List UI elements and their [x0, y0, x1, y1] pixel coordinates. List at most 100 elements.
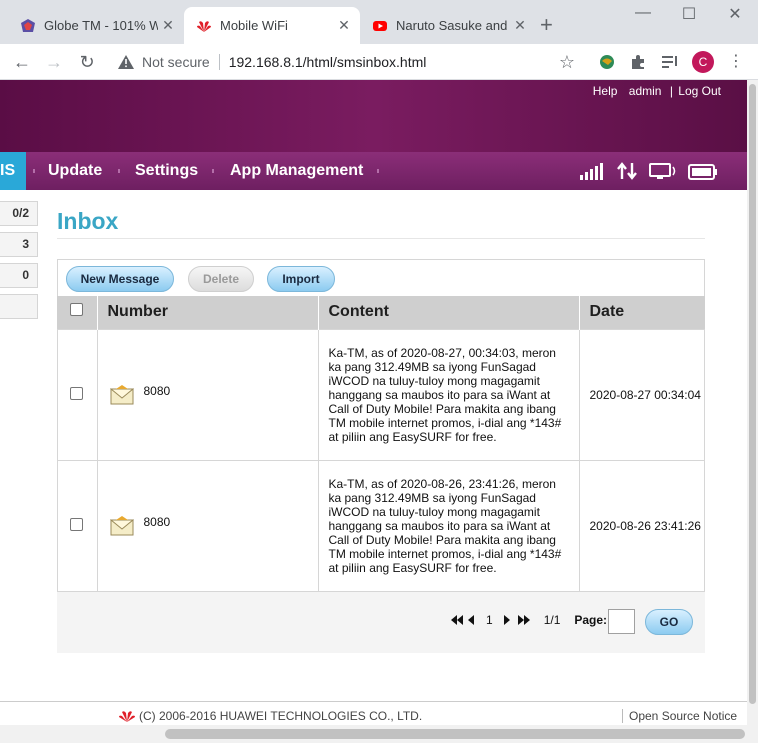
back-arrow-icon[interactable]: ←	[10, 50, 34, 74]
scrollbar-thumb[interactable]	[165, 729, 745, 739]
sidebar-count-drafts[interactable]: 0	[0, 263, 38, 288]
table-row[interactable]: 8080 Ka-TM, as of 2020-08-27, 00:34:03, …	[57, 328, 705, 460]
footer-divider	[0, 701, 747, 702]
message-number: 8080	[143, 514, 171, 529]
page-title: Inbox	[57, 208, 119, 234]
top-links: Help admin | Log Out	[585, 84, 721, 98]
close-tab-icon[interactable]: ✕	[510, 17, 530, 34]
column-header-content[interactable]: Content	[318, 296, 580, 329]
envelope-icon	[109, 515, 134, 536]
row-checkbox[interactable]	[70, 517, 84, 531]
column-header-date[interactable]: Date	[579, 296, 705, 329]
extension-globe-icon[interactable]	[597, 52, 617, 72]
connected-device-icon	[649, 162, 679, 180]
content-cell[interactable]: Ka-TM, as of 2020-08-27, 00:34:03, meron…	[318, 328, 580, 460]
horizontal-scrollbar[interactable]	[0, 725, 747, 743]
content-cell[interactable]: Ka-TM, as of 2020-08-26, 23:41:26, meron…	[318, 459, 580, 591]
tab-globe-tm[interactable]: Globe TM - 101% Wi ✕	[8, 7, 184, 44]
new-tab-button[interactable]: +	[540, 12, 553, 38]
warning-icon	[118, 55, 134, 69]
delete-button[interactable]: Delete	[188, 266, 254, 292]
omnibox[interactable]: Not secure 192.168.8.1/html/smsinbox.htm…	[110, 48, 586, 76]
admin-label: admin	[628, 84, 662, 98]
profile-avatar[interactable]: C	[692, 51, 714, 73]
kebab-menu-icon[interactable]: ⋮	[724, 50, 748, 74]
menu-item-sms[interactable]: IS	[0, 152, 26, 190]
tab-youtube[interactable]: Naruto Sasuke and S ✕	[360, 7, 536, 44]
number-cell: 8080	[97, 328, 319, 460]
tab-title: Globe TM - 101% Wi	[44, 18, 158, 33]
table-row[interactable]: 8080 Ka-TM, as of 2020-08-26, 23:41:26, …	[57, 459, 705, 591]
last-page-icon[interactable]	[517, 615, 530, 625]
sidebar-count-inbox[interactable]: 0/2	[0, 201, 38, 226]
youtube-favicon	[372, 18, 388, 34]
close-tab-icon[interactable]: ✕	[334, 17, 354, 34]
title-divider	[57, 238, 705, 239]
new-message-button[interactable]: New Message	[66, 266, 174, 292]
copyright-text: (C) 2006-2016 HUAWEI TECHNOLOGIES CO., L…	[139, 709, 423, 723]
next-page-icon[interactable]	[503, 615, 510, 625]
puzzle-icon[interactable]	[628, 52, 648, 72]
select-all-checkbox[interactable]	[70, 303, 84, 317]
router-page: Help admin | Log Out IS Update Settings …	[0, 80, 747, 743]
footer: (C) 2006-2016 HUAWEI TECHNOLOGIES CO., L…	[118, 709, 422, 723]
message-content[interactable]: Ka-TM, as of 2020-08-27, 00:34:03, meron…	[319, 346, 579, 444]
scrollbar-thumb[interactable]	[749, 84, 756, 704]
menu-divider	[33, 169, 35, 173]
go-button[interactable]: GO	[645, 609, 693, 635]
url-text[interactable]: 192.168.8.1/html/smsinbox.html	[229, 54, 427, 70]
vertical-scrollbar[interactable]	[747, 80, 758, 743]
forward-arrow-icon[interactable]: →	[42, 50, 66, 74]
date-cell: 2020-08-26 23:41:26	[579, 459, 705, 591]
pagination-controls: 1 1/1 Page:	[451, 613, 607, 627]
minimize-button[interactable]: —	[620, 4, 666, 22]
current-page-number[interactable]: 1	[486, 613, 493, 627]
logout-link[interactable]: Log Out	[678, 84, 721, 98]
data-transfer-icon	[617, 162, 637, 180]
page-count: 1/1	[543, 613, 561, 627]
tab-mobile-wifi[interactable]: Mobile WiFi ✕	[184, 7, 360, 44]
reload-icon[interactable]: ↻	[75, 50, 99, 74]
globe-tm-favicon	[20, 18, 36, 34]
security-label[interactable]: Not secure	[142, 54, 210, 70]
huawei-favicon	[196, 18, 212, 34]
menu-item-update[interactable]: Update	[48, 152, 102, 190]
sidebar-count-sent[interactable]: 3	[0, 232, 38, 257]
menu-divider	[118, 169, 120, 173]
sidebar-item-extra[interactable]	[0, 294, 38, 319]
import-button[interactable]: Import	[267, 266, 335, 292]
prev-page-icon[interactable]	[468, 615, 474, 625]
page-label: Page:	[574, 613, 608, 627]
message-content[interactable]: Ka-TM, as of 2020-08-26, 23:41:26, meron…	[319, 477, 579, 575]
message-number: 8080	[143, 383, 171, 398]
menu-item-app-management[interactable]: App Management	[230, 152, 363, 190]
close-window-button[interactable]: ✕	[712, 4, 758, 24]
select-all-cell	[57, 296, 98, 329]
maximize-button[interactable]: ☐	[666, 4, 712, 24]
page-header: Help admin | Log Out	[0, 80, 747, 152]
menu-divider	[377, 169, 379, 173]
menu-divider	[212, 169, 214, 173]
row-checkbox[interactable]	[70, 386, 84, 400]
main-menu: IS Update Settings App Management	[0, 152, 747, 190]
tab-title: Mobile WiFi	[220, 18, 288, 33]
table-header-row: Number Content Date	[57, 296, 705, 329]
page-number-input[interactable]	[608, 609, 635, 634]
link-separator: |	[669, 84, 673, 98]
first-page-icon[interactable]	[451, 615, 463, 625]
message-table: Number Content Date 8080 Ka-TM, as of 20…	[57, 296, 705, 591]
row-select-cell	[57, 328, 98, 460]
date-cell: 2020-08-27 00:34:04	[579, 328, 705, 460]
help-link[interactable]: Help	[593, 84, 618, 98]
menu-item-settings[interactable]: Settings	[135, 152, 198, 190]
tab-strip: Globe TM - 101% Wi ✕ Mobile WiFi ✕ Narut…	[0, 0, 758, 44]
address-toolbar: ← → ↻ Not secure 192.168.8.1/html/smsinb…	[0, 44, 758, 80]
omnibox-divider	[218, 54, 220, 70]
reading-list-icon[interactable]	[660, 52, 680, 72]
signal-strength-icon	[580, 162, 606, 180]
close-tab-icon[interactable]: ✕	[158, 17, 178, 34]
row-select-cell	[57, 459, 98, 591]
column-header-number[interactable]: Number	[97, 296, 319, 329]
open-source-notice-link[interactable]: Open Source Notice	[622, 709, 737, 723]
star-icon[interactable]: ☆	[555, 50, 579, 74]
